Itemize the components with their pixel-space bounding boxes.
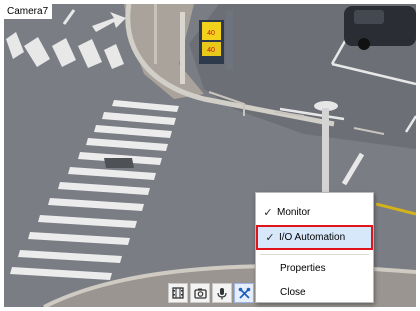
context-menu: ✓ Monitor ✓ I/O Automation Properties Cl…	[255, 192, 374, 303]
camera-toolbar	[168, 283, 254, 305]
camera-name-label: Camera7	[4, 4, 53, 19]
menu-item-label: Close	[280, 286, 306, 298]
tools-button[interactable]	[234, 283, 254, 303]
checkmark-icon: ✓	[265, 232, 275, 244]
microphone-icon	[216, 287, 228, 300]
microphone-button[interactable]	[212, 283, 232, 303]
tools-icon	[238, 287, 251, 300]
checkmark-icon: ✓	[263, 206, 273, 219]
menu-item-properties[interactable]: Properties	[256, 256, 373, 280]
menu-item-io-automation[interactable]: ✓ I/O Automation	[256, 225, 373, 250]
camera-snapshot-icon	[193, 287, 207, 299]
menu-item-close[interactable]: Close	[256, 280, 373, 304]
film-strip-icon	[172, 287, 184, 299]
record-button[interactable]	[168, 283, 188, 303]
menu-item-monitor[interactable]: ✓ Monitor	[256, 200, 373, 224]
menu-item-label: Monitor	[277, 206, 311, 218]
speed-sign-bottom: 40	[207, 47, 215, 54]
menu-item-label: Properties	[280, 262, 326, 274]
speed-sign-top: 40	[207, 30, 215, 37]
snapshot-button[interactable]	[190, 283, 210, 303]
menu-item-label: I/O Automation	[279, 232, 346, 243]
menu-separator	[260, 254, 369, 255]
